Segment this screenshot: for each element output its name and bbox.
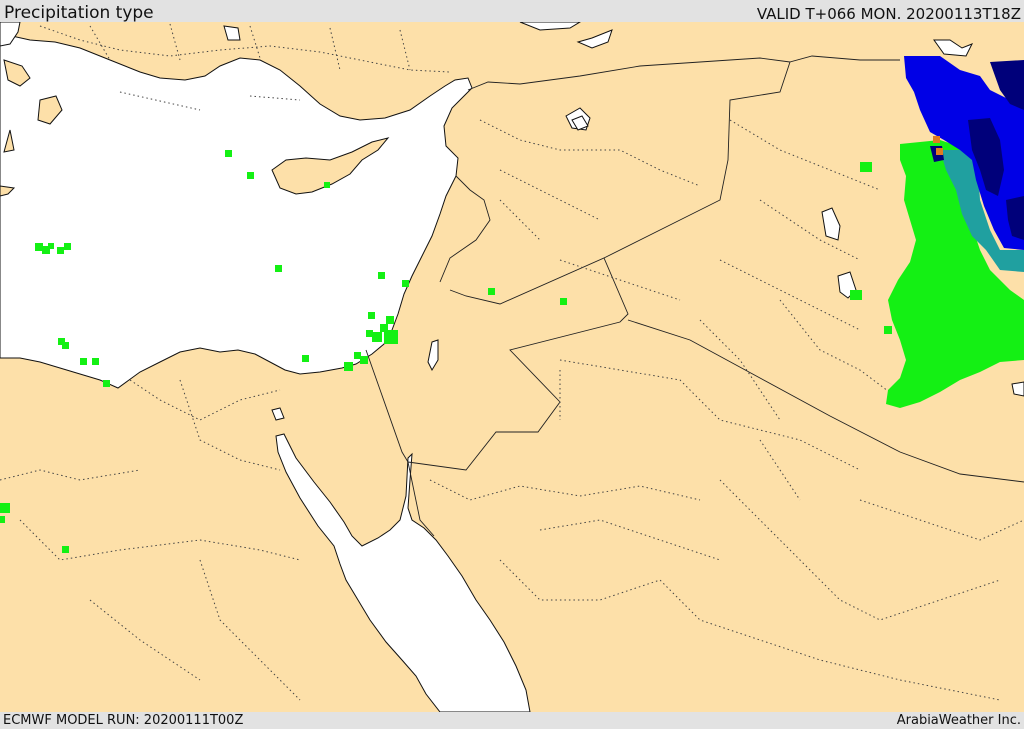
model-run-label: ECMWF MODEL RUN: 20200111T00Z	[3, 713, 244, 728]
map-title: Precipitation type	[4, 3, 154, 23]
footer-bar: ECMWF MODEL RUN: 20200111T00Z ArabiaWeat…	[0, 712, 1024, 729]
lake	[1011, 381, 1024, 397]
credit-label: ArabiaWeather Inc.	[896, 713, 1021, 728]
header-bar: Precipitation type VALID T+066 MON. 2020…	[0, 0, 1024, 23]
valid-time: VALID T+066 MON. 20200113T18Z	[756, 5, 1021, 23]
precipitation-map	[0, 22, 1024, 712]
